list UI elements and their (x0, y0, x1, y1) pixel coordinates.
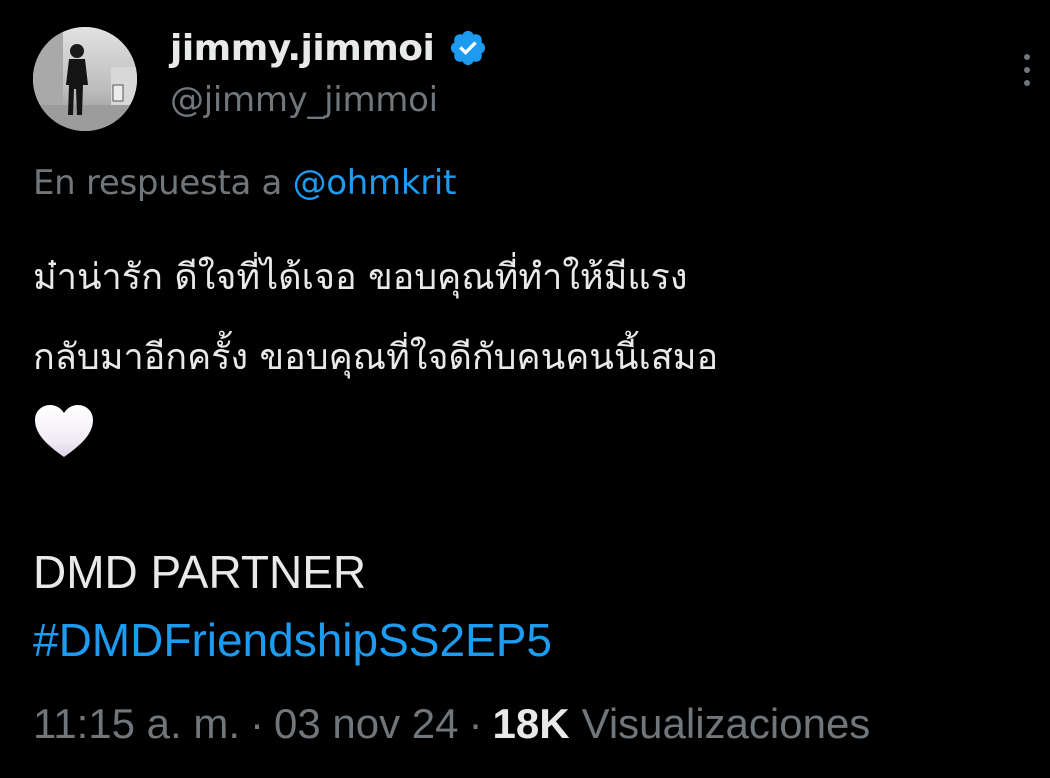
author-name-row: jimmy.jimmoi (170, 22, 488, 74)
white-heart-icon (35, 405, 93, 457)
views-label[interactable]: Visualizaciones (582, 700, 871, 748)
partner-text: DMD PARTNER (33, 546, 367, 598)
meta-separator: · (250, 700, 265, 747)
views-count[interactable]: 18K (493, 700, 570, 748)
more-dot-icon (1024, 54, 1030, 60)
avatar-photo (33, 27, 137, 131)
more-dot-icon (1024, 80, 1030, 86)
reply-mention-link[interactable]: @ohmkrit (293, 163, 457, 203)
reply-context: En respuesta a @ohmkrit (33, 163, 456, 203)
tweet-detail: jimmy.jimmoi @jimmy_jimmoi En respuesta … (0, 0, 1050, 778)
more-dot-icon (1024, 67, 1030, 73)
more-options-button[interactable] (1012, 50, 1042, 90)
reply-prefix: En respuesta a (33, 163, 283, 203)
display-name[interactable]: jimmy.jimmoi (170, 28, 435, 69)
tweet-time[interactable]: 11:15 a. m. (33, 700, 240, 748)
tweet-date[interactable]: 03 nov 24 (274, 700, 459, 748)
tweet-text: ม๋าน่ารัก ดีใจที่ได้เจอ ขอบคุณที่ทำให้มี… (33, 238, 1033, 398)
hashtag-link[interactable]: #DMDFriendshipSS2EP5 (33, 613, 552, 667)
meta-separator: · (468, 700, 483, 747)
verified-badge-icon[interactable] (448, 28, 488, 68)
author-handle[interactable]: @jimmy_jimmoi (170, 80, 438, 120)
tweet-text-line: กลับมาอีกครั้ง ขอบคุณที่ใจดีกับคนคนนี้เส… (33, 337, 719, 378)
tweet-meta: 11:15 a. m. · 03 nov 24 · 18K Visualizac… (33, 700, 870, 748)
avatar[interactable] (33, 27, 137, 131)
tweet-text-line: ม๋าน่ารัก ดีใจที่ได้เจอ ขอบคุณที่ทำให้มี… (33, 257, 688, 298)
